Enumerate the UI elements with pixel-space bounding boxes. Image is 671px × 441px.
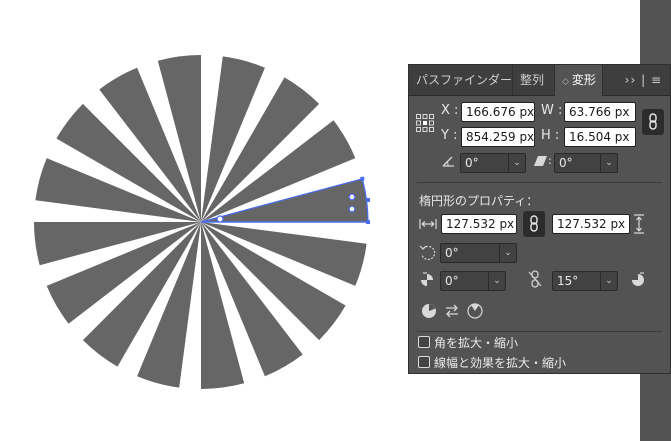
tab-pathfinder[interactable]: パスファインダー: [409, 65, 513, 95]
reset-pie-icon[interactable]: [467, 303, 483, 319]
center-point-handle[interactable]: [216, 215, 224, 223]
scale-corners-checkbox[interactable]: [418, 336, 430, 348]
x-label: X :: [441, 103, 459, 118]
pie-angle-widget-handle[interactable]: [348, 193, 356, 201]
y-label: Y :: [441, 128, 458, 143]
pie-end-angle-icon: [632, 272, 644, 286]
shear-colon: :: [548, 154, 552, 167]
anchor-handle[interactable]: [360, 176, 365, 181]
ellipse-link-button[interactable]: [523, 211, 545, 237]
pie-end-angle-select[interactable]: 15° ⌄: [552, 271, 618, 291]
tab-align[interactable]: 整列: [513, 65, 555, 95]
chevron-down-icon: ⌄: [600, 154, 617, 172]
pie-start-angle-select[interactable]: 0° ⌄: [440, 271, 506, 291]
chevron-down-icon: ⌄: [488, 272, 505, 290]
tab-pathfinder-label: パスファインダー: [416, 73, 513, 87]
pie-end-angle-value: 15°: [557, 274, 579, 288]
anchor-handle[interactable]: [366, 198, 370, 202]
shear-icon: [534, 156, 547, 166]
tab-align-label: 整列: [520, 73, 545, 87]
panel-menu-icon[interactable]: ›› | ≡: [625, 73, 662, 87]
scale-strokes-checkbox[interactable]: [418, 356, 430, 368]
ellipse-width-icon: [419, 219, 437, 229]
pie-start-angle-value: 0°: [445, 274, 459, 288]
chevron-down-icon: ⌄: [499, 244, 516, 262]
link-icon: [649, 113, 657, 130]
rotate-angle-icon: [442, 156, 454, 167]
w-label: W :: [541, 103, 563, 118]
rotate-select-value: 0°: [465, 156, 479, 170]
reference-point-icon[interactable]: [415, 113, 435, 133]
shear-select-value: 0°: [559, 156, 573, 170]
link-icon: [530, 215, 538, 232]
constrain-proportions-button[interactable]: [642, 109, 664, 135]
scale-corners-label: 角を拡大・縮小: [434, 336, 519, 350]
ellipse-properties-heading: 楕円形のプロパティ：: [419, 194, 539, 208]
transform-panel: パスファインダー 整列 ◇ 変形 ›› | ≡ X : 166.676 px W …: [408, 64, 671, 374]
x-field[interactable]: 166.676 px: [461, 102, 535, 122]
pie-link-broken-icon[interactable]: [527, 269, 543, 289]
tab-transform[interactable]: ◇ 変形: [555, 65, 603, 96]
invert-pie-icon[interactable]: [421, 303, 437, 319]
swap-pie-angles-icon[interactable]: [444, 304, 460, 318]
shear-select[interactable]: 0° ⌄: [554, 153, 618, 173]
ellipse-rotation-select[interactable]: 0° ⌄: [440, 243, 517, 263]
section-divider: [417, 182, 662, 183]
scale-strokes-label: 線幅と効果を拡大・縮小: [434, 356, 567, 370]
ellipse-height-icon: [634, 214, 644, 234]
anchor-handle[interactable]: [366, 220, 370, 224]
pie-angle-widget-handle[interactable]: [348, 205, 356, 213]
pie-start-angle-icon: [421, 272, 433, 286]
h-label: H :: [541, 128, 560, 143]
tab-transform-label: 変形: [571, 73, 596, 87]
h-field[interactable]: 16.504 px: [564, 127, 636, 147]
y-field[interactable]: 854.259 px: [461, 127, 535, 147]
chevron-down-icon: ⌄: [508, 154, 525, 172]
panel-tab-bar: パスファインダー 整列 ◇ 変形 ›› | ≡: [409, 65, 670, 96]
tab-sort-icon: ◇: [562, 77, 569, 87]
ellipse-rotation-value: 0°: [445, 246, 459, 260]
w-field[interactable]: 63.766 px: [564, 102, 636, 122]
ellipse-height-field[interactable]: 127.532 px: [552, 214, 630, 234]
rotate-select[interactable]: 0° ⌄: [460, 153, 526, 173]
section-divider: [417, 331, 662, 332]
chevron-down-icon: ⌄: [600, 272, 617, 290]
ellipse-width-field[interactable]: 127.532 px: [441, 214, 517, 234]
rotate-ellipse-icon: [419, 245, 436, 261]
